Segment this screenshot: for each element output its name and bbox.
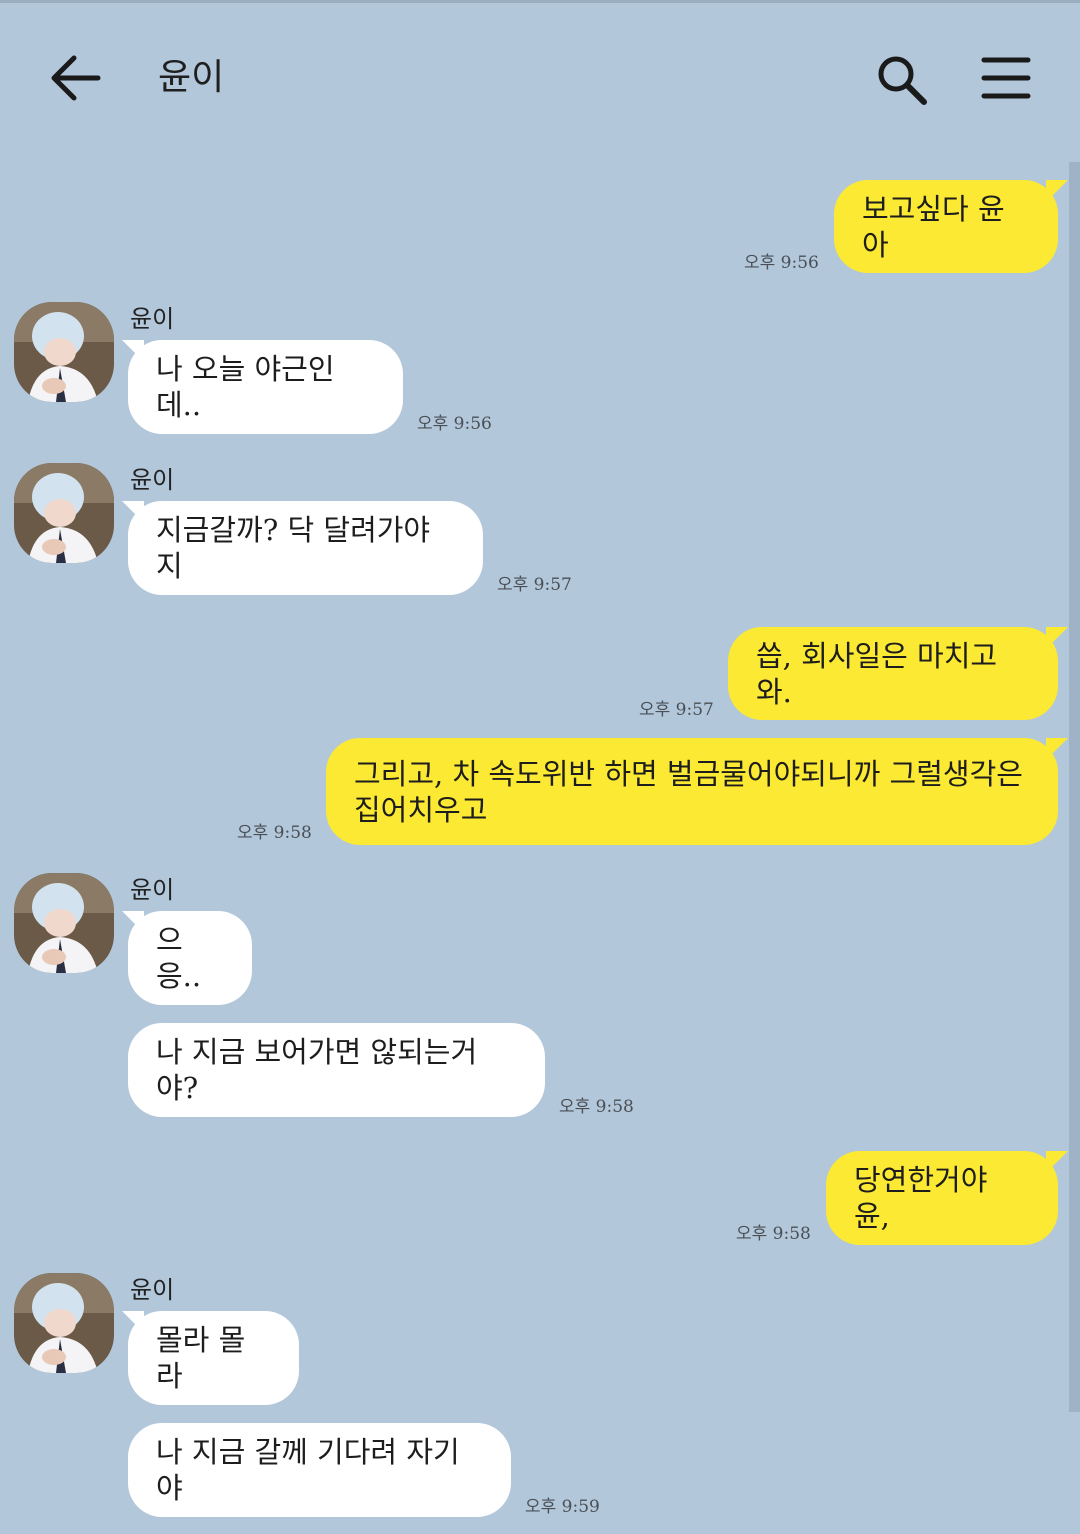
sender-name: 윤이 — [130, 876, 175, 904]
their-message-bubble[interactable]: 나 오늘 야근인데.. — [128, 340, 403, 434]
chat-header: 윤이 — [0, 0, 1080, 160]
message-text-line-2: 집어치우고 — [354, 792, 488, 827]
message-time: 오후 9:57 — [497, 575, 572, 595]
their-message-bubble[interactable]: 몰라 몰라 — [128, 1311, 299, 1405]
their-message-bubble[interactable]: 나 지금 보어가면 않되는거야? — [128, 1023, 545, 1117]
their-message-bubble[interactable]: 으응.. — [128, 911, 252, 1005]
message-text-line-1: 그리고, 차 속도위반 하면 벌금물어야되니까 그럴생각은 — [354, 756, 1023, 791]
search-button[interactable] — [874, 52, 930, 108]
message-text: 몰라 몰라 — [156, 1323, 246, 1393]
message-text: 나 지금 보어가면 않되는거야? — [156, 1035, 478, 1105]
my-message-bubble[interactable]: 그리고, 차 속도위반 하면 벌금물어야되니까 그럴생각은 집어치우고 — [326, 738, 1058, 845]
bubble-tail — [1046, 1151, 1068, 1173]
avatar[interactable] — [14, 463, 114, 563]
message-time: 오후 9:58 — [237, 823, 312, 843]
sender-name: 윤이 — [130, 466, 175, 494]
message-text: 나 오늘 야근인데.. — [156, 352, 335, 422]
their-message-bubble[interactable]: 지금갈까? 닥 달려가야지 — [128, 501, 483, 595]
avatar[interactable] — [14, 1273, 114, 1373]
bubble-tail — [1046, 627, 1068, 649]
message-text: 씁, 회사일은 마치고와. — [756, 638, 998, 709]
avatar[interactable] — [14, 302, 114, 402]
bubble-tail — [1046, 180, 1068, 202]
message-time: 오후 9:58 — [559, 1097, 634, 1117]
message-text: 으응.. — [156, 923, 202, 993]
message-text: 지금갈까? 닥 달려가야지 — [156, 513, 431, 583]
sender-name: 윤이 — [130, 1276, 175, 1304]
back-button[interactable] — [48, 52, 104, 104]
message-text: 당연한거야 윤, — [854, 1163, 988, 1233]
my-message-bubble[interactable]: 씁, 회사일은 마치고와. — [728, 627, 1058, 720]
chat-title: 윤이 — [158, 57, 225, 98]
message-time: 오후 9:58 — [736, 1224, 811, 1244]
bubble-tail — [1046, 738, 1068, 760]
menu-button[interactable] — [980, 54, 1032, 102]
their-message-bubble[interactable]: 나 지금 갈께 기다려 자기야 — [128, 1423, 511, 1517]
message-time: 오후 9:57 — [639, 700, 714, 720]
hamburger-menu-icon — [981, 57, 1031, 99]
my-message-bubble[interactable]: 보고싶다 윤아 — [834, 180, 1058, 273]
message-time: 오후 9:56 — [417, 414, 492, 434]
message-text: 나 지금 갈께 기다려 자기야 — [156, 1435, 460, 1505]
avatar[interactable] — [14, 873, 114, 973]
sender-name: 윤이 — [130, 305, 175, 333]
message-time: 오후 9:56 — [744, 253, 819, 273]
arrow-left-icon — [51, 55, 101, 101]
my-message-bubble[interactable]: 당연한거야 윤, — [826, 1151, 1058, 1245]
scrollbar[interactable] — [1069, 162, 1080, 1412]
message-text: 보고싶다 윤아 — [862, 191, 1005, 262]
search-icon — [878, 56, 927, 105]
message-time: 오후 9:59 — [525, 1497, 600, 1517]
chat-screen: 윤이 보고싶다 윤아 오후 9:56 윤이 나 오늘 야근인데.. 오후 9:5… — [0, 0, 1080, 1534]
